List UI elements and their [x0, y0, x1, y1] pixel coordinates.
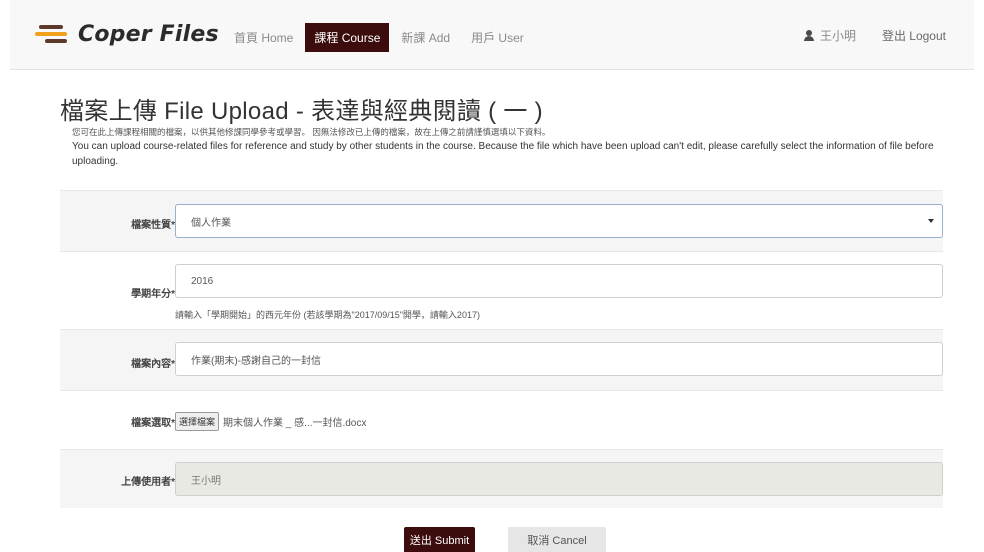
uploader-input: 王小明 — [175, 462, 943, 496]
cancel-button[interactable]: 取消 Cancel — [508, 527, 606, 552]
brand-name: Coper Files — [78, 21, 219, 47]
year-value: 2016 — [191, 275, 214, 287]
row-file-type: 檔案性質* 個人作業 — [60, 190, 943, 251]
selected-file-name: 期末個人作業 _ 感...一封信.docx — [223, 418, 367, 429]
choose-file-button[interactable]: 選擇檔案 — [175, 412, 220, 431]
content-input[interactable]: 作業(期末)-感謝自己的一封信 — [175, 342, 943, 376]
caret-down-icon — [928, 219, 934, 223]
content-label: 檔案內容* — [131, 359, 175, 370]
file-picker: 選擇檔案 期末個人作業 _ 感...一封信.docx — [175, 412, 366, 431]
top-navbar: Coper Files 首頁 Home 課程 Course 新課 Add 用戶 … — [10, 0, 974, 70]
user-icon — [803, 30, 814, 41]
nav-right: 王小明 登出 Logout — [803, 27, 946, 44]
uploader-label: 上傳使用者* — [121, 477, 175, 488]
year-input[interactable]: 2016 — [175, 264, 943, 298]
file-type-select[interactable]: 個人作業 — [175, 204, 943, 238]
year-label: 學期年分* — [131, 289, 175, 300]
current-user-name: 王小明 — [819, 29, 856, 43]
nav-home[interactable]: 首頁 Home — [225, 23, 302, 52]
submit-button[interactable]: 送出 Submit — [404, 527, 475, 552]
row-content: 檔案內容* 作業(期末)-感謝自己的一封信 — [60, 329, 943, 390]
description-zh: 您可在此上傳課程相關的檔案，以供其他修課同學參考或學習。 因無法修改已上傳的檔案… — [72, 127, 551, 137]
nav-add[interactable]: 新課 Add — [392, 23, 459, 52]
page-title: 檔案上傳 File Upload - 表達與經典閱讀 ( 一 ) — [60, 98, 543, 125]
nav-user[interactable]: 用戶 User — [462, 23, 533, 52]
upload-form: 檔案性質* 個人作業 學期年分* 2016 請輸入「學期開始」的西元年份 (若該… — [60, 190, 943, 508]
current-user-link[interactable]: 王小明 — [803, 27, 856, 44]
row-year: 學期年分* 2016 請輸入「學期開始」的西元年份 (若該學期為"2017/09… — [60, 251, 943, 329]
description-en: You can upload course-related files for … — [72, 141, 934, 167]
main-nav: 首頁 Home 課程 Course 新課 Add 用戶 User — [225, 23, 536, 52]
year-help-text: 請輸入「學期開始」的西元年份 (若該學期為"2017/09/15"開學，請輸入2… — [175, 310, 480, 320]
nav-course[interactable]: 課程 Course — [305, 23, 390, 52]
brand[interactable]: Coper Files — [35, 19, 219, 49]
file-label: 檔案選取* — [131, 418, 175, 429]
file-type-value: 個人作業 — [191, 217, 231, 229]
file-type-label: 檔案性質* — [131, 220, 175, 231]
logout-link[interactable]: 登出 Logout — [882, 27, 946, 44]
coper-logo-icon — [35, 23, 67, 45]
row-uploader: 上傳使用者* 王小明 — [60, 449, 943, 508]
content-value: 作業(期末)-感謝自己的一封信 — [191, 355, 321, 367]
uploader-value: 王小明 — [191, 475, 221, 487]
row-file: 檔案選取* 選擇檔案 期末個人作業 _ 感...一封信.docx — [60, 390, 943, 449]
